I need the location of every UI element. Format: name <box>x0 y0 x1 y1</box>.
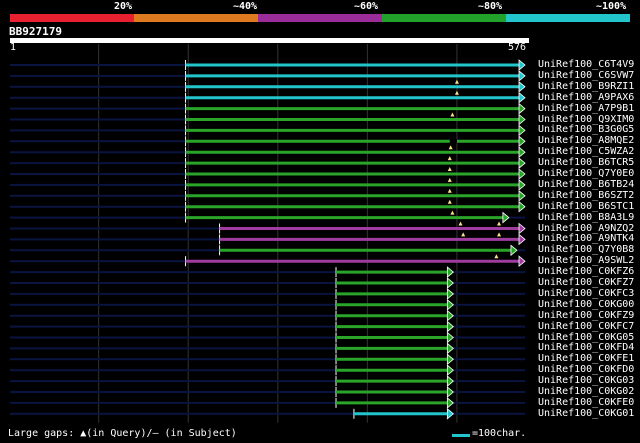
hit-arrow <box>518 135 526 148</box>
query-gap-marker <box>450 210 455 215</box>
hit-arrow <box>518 124 526 137</box>
query-gap-marker <box>454 79 459 84</box>
query-gap-marker <box>497 221 502 226</box>
hit-label[interactable]: UniRef100_B3G0G5 <box>538 124 634 135</box>
query-gap-marker <box>454 90 459 95</box>
query-gap-marker <box>497 232 502 237</box>
hit-arrow <box>518 200 526 213</box>
hit-label[interactable]: UniRef100_Q9XIM0 <box>538 114 634 125</box>
hit-arrow <box>446 309 454 322</box>
hit-label[interactable]: UniRef100_C0KFC3 <box>538 288 634 299</box>
hit-label[interactable]: UniRef100_C0KG01 <box>538 408 634 419</box>
hit-arrow <box>446 277 454 289</box>
hit-arrow <box>446 331 454 344</box>
hit-arrow <box>446 342 454 355</box>
hit-label[interactable]: UniRef100_B6TB24 <box>538 179 634 190</box>
hit-label[interactable]: UniRef100_B6TCR5 <box>538 157 634 168</box>
hit-label[interactable]: UniRef100_C0KFD0 <box>538 364 634 375</box>
query-gap-marker <box>447 156 452 161</box>
hit-label[interactable]: UniRef100_C0KFZ9 <box>538 310 634 321</box>
hit-arrow <box>518 91 526 104</box>
query-gap-marker <box>447 188 452 193</box>
hit-arrow <box>446 386 454 398</box>
hit-arrow <box>518 102 526 115</box>
hit-arrow <box>518 157 526 169</box>
hit-arrow <box>518 80 526 93</box>
hit-label[interactable]: UniRef100_A9NZQ2 <box>538 223 634 234</box>
query-gap-marker <box>447 177 452 182</box>
hit-arrow <box>518 189 526 202</box>
hit-arrow <box>518 168 526 180</box>
query-gap-marker <box>458 221 463 226</box>
hit-arrow <box>510 244 518 257</box>
hit-arrow <box>446 288 454 300</box>
hit-arrow <box>518 222 526 235</box>
hit-label[interactable]: UniRef100_A9PAX6 <box>538 92 634 103</box>
hit-arrow <box>446 375 454 387</box>
query-gap-marker <box>447 199 452 204</box>
hit-arrow <box>518 70 526 82</box>
query-gap-marker <box>450 112 455 117</box>
hit-arrow <box>518 233 526 246</box>
hit-arrow <box>446 320 454 333</box>
hit-label[interactable]: UniRef100_C0KFE1 <box>538 353 634 364</box>
query-gap-marker <box>447 167 452 171</box>
hit-label[interactable]: UniRef100_Q7Y0E0 <box>538 168 634 179</box>
hit-label[interactable]: UniRef100_C0KFC7 <box>538 321 634 332</box>
hit-label[interactable]: UniRef100_C0KFE0 <box>538 397 634 408</box>
hit-arrow <box>518 113 526 126</box>
hit-arrow <box>446 397 454 409</box>
hit-label[interactable]: UniRef100_Q7Y0B8 <box>538 244 634 255</box>
hit-arrow <box>518 59 526 71</box>
hit-label[interactable]: UniRef100_A9NTK4 <box>538 233 634 244</box>
hit-arrow <box>446 407 454 420</box>
hit-label[interactable]: UniRef100_B8A3L9 <box>538 212 634 223</box>
hit-label[interactable]: UniRef100_C6T4V9 <box>538 59 634 70</box>
hit-arrow <box>446 266 454 278</box>
hit-label[interactable]: UniRef100_A9SWL2 <box>538 255 634 266</box>
hit-label[interactable]: UniRef100_C5WZA2 <box>538 146 634 157</box>
gap-legend: Large gaps: ▲(in Query)/– (in Subject) <box>8 428 237 439</box>
hit-label[interactable]: UniRef100_A7P9B1 <box>538 103 634 114</box>
hit-label[interactable]: UniRef100_C6SVW7 <box>538 70 634 81</box>
hit-arrow <box>502 211 510 224</box>
hit-label[interactable]: UniRef100_C0KFD4 <box>538 342 634 353</box>
hit-arrow <box>446 364 454 377</box>
scale-bar <box>452 434 470 437</box>
hit-arrow <box>518 146 526 159</box>
hit-arrow <box>518 179 526 191</box>
query-gap-marker <box>448 145 453 150</box>
hit-label[interactable]: UniRef100_C0KG00 <box>538 299 634 310</box>
hit-label[interactable]: UniRef100_C0KG05 <box>538 332 634 343</box>
hit-arrow <box>518 255 526 268</box>
hit-label[interactable]: UniRef100_B6SZT2 <box>538 190 634 201</box>
hit-label[interactable]: UniRef100_B9RZI1 <box>538 81 634 92</box>
hit-arrow <box>446 298 454 311</box>
hit-label[interactable]: UniRef100_C0KFZ6 <box>538 266 634 277</box>
scale-text: =100char. <box>472 428 527 439</box>
hit-label[interactable]: UniRef100_B6STC1 <box>538 201 634 212</box>
hit-label[interactable]: UniRef100_C0KG03 <box>538 375 634 386</box>
hit-label[interactable]: UniRef100_C0KFZ7 <box>538 277 634 288</box>
hit-arrow <box>446 353 454 366</box>
query-gap-marker <box>461 232 466 237</box>
hit-label[interactable]: UniRef100_C0KG02 <box>538 386 634 397</box>
query-gap-marker <box>494 254 499 259</box>
hit-label[interactable]: UniRef100_A8MQE2 <box>538 135 634 146</box>
